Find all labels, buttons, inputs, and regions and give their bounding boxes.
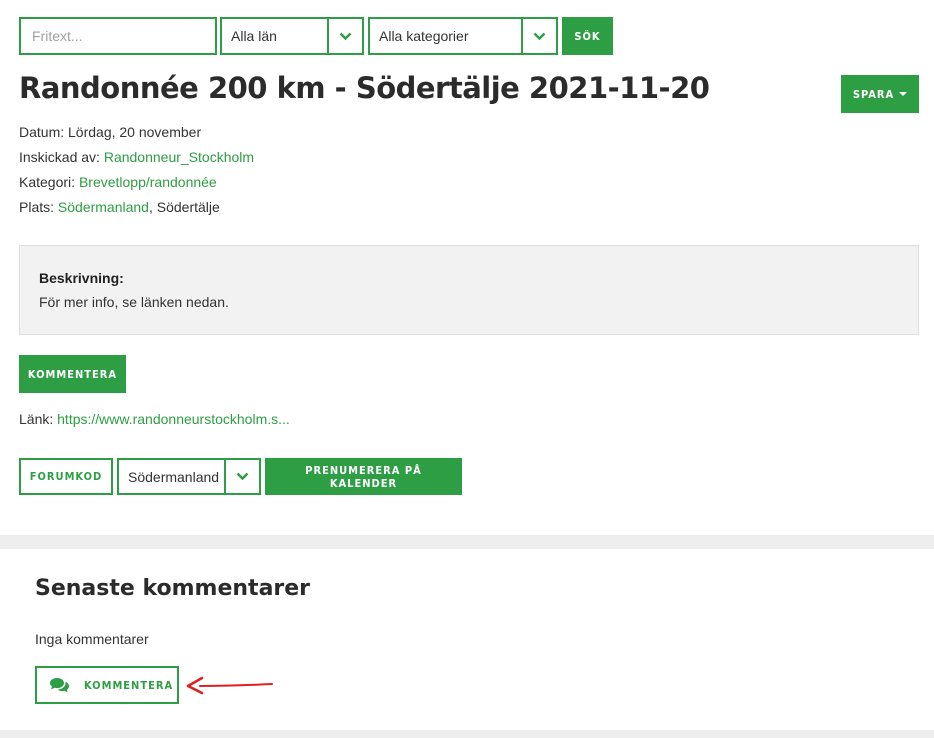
link-label: Länk: <box>19 411 54 427</box>
add-comment-button[interactable]: KOMMENTERA <box>35 666 179 704</box>
event-category: Kategori: Brevetlopp/randonnée <box>19 174 217 190</box>
submitter-link[interactable]: Randonneur_Stockholm <box>104 149 254 165</box>
event-place: Plats: Södermanland, Södertälje <box>19 199 220 215</box>
save-button-label: SPARA <box>852 87 895 101</box>
event-link: Länk: https://www.randonneurstockholm.s.… <box>19 411 290 427</box>
page-title: Randonnée 200 km - Södertälje 2021-11-20 <box>19 71 710 105</box>
bottom-divider <box>0 730 934 738</box>
place-region-link[interactable]: Södermanland <box>58 199 149 215</box>
external-link[interactable]: https://www.randonneurstockholm.s... <box>57 411 290 427</box>
description-box: Beskrivning: För mer info, se länken ned… <box>19 245 919 335</box>
date-label: Datum: <box>19 124 65 140</box>
search-button[interactable]: SÖK <box>562 17 613 55</box>
category-select-value: Alla kategorier <box>379 28 469 44</box>
chevron-down-icon <box>327 19 362 53</box>
comment-button[interactable]: KOMMENTERA <box>19 355 126 393</box>
chevron-down-icon <box>521 19 556 53</box>
description-label: Beskrivning: <box>39 270 124 286</box>
freetext-search-input[interactable] <box>19 17 217 55</box>
comments-heading: Senaste kommentarer <box>35 576 311 601</box>
chevron-down-icon <box>224 460 259 493</box>
category-label: Kategori: <box>19 174 76 190</box>
comments-icon <box>50 677 70 693</box>
county-select[interactable]: Alla län <box>220 17 364 55</box>
region-select-value: Södermanland <box>128 468 220 485</box>
region-select[interactable]: Södermanland <box>117 458 261 495</box>
event-submitted-by: Inskickad av: Randonneur_Stockholm <box>19 149 254 165</box>
date-value: Lördag, 20 november <box>68 124 202 140</box>
category-link[interactable]: Brevetlopp/randonnée <box>79 174 217 190</box>
add-comment-label: KOMMENTERA <box>84 678 174 692</box>
submitted-label: Inskickad av: <box>19 149 100 165</box>
category-select[interactable]: Alla kategorier <box>368 17 558 55</box>
save-dropdown-button[interactable]: SPARA <box>841 75 919 113</box>
forum-code-button[interactable]: FORUMKOD <box>19 458 113 495</box>
place-label: Plats: <box>19 199 55 215</box>
county-select-value: Alla län <box>231 28 277 44</box>
subscribe-calendar-button[interactable]: PRENUMERERA PÅ KALENDER <box>265 458 462 495</box>
annotation-arrow-icon <box>186 676 273 695</box>
no-comments-text: Inga kommentarer <box>35 631 149 647</box>
section-divider <box>0 535 934 549</box>
description-text: För mer info, se länken nedan. <box>39 294 229 310</box>
place-city: , Södertälje <box>148 199 220 215</box>
event-date: Datum: Lördag, 20 november <box>19 124 201 140</box>
caret-down-icon <box>899 92 908 96</box>
